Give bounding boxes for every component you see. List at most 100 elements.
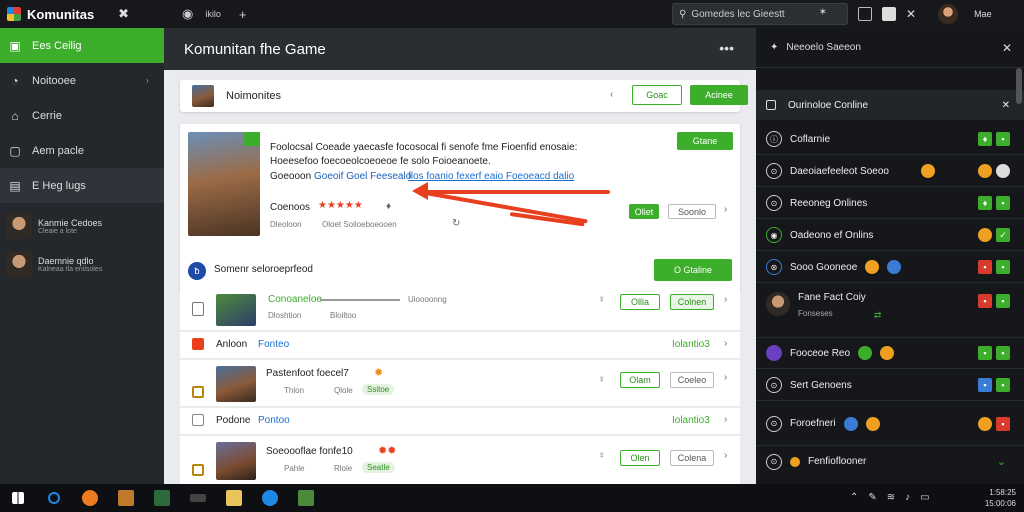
browser-icon[interactable] — [76, 484, 104, 512]
friend-row[interactable]: ⓘ Coflarnie ♦ ▪ — [756, 124, 1024, 155]
game-app-icon[interactable] — [112, 484, 140, 512]
settings-icon[interactable]: ✶ — [819, 7, 827, 18]
chevron-right-icon[interactable]: › — [724, 204, 727, 215]
friend-name: Sert Genoens — [790, 379, 852, 391]
list-item[interactable]: Soeoooflae fonfe10 ✹✹ Pahle Rlole Seatle… — [180, 436, 740, 484]
refresh-icon[interactable]: ↻ — [452, 218, 460, 229]
annotation-arrowhead — [412, 182, 428, 200]
folder-icon[interactable] — [220, 484, 248, 512]
user-label[interactable]: Mae — [974, 9, 992, 19]
close-small-icon[interactable]: ✕ — [1002, 100, 1010, 111]
close-icon[interactable]: ✕ — [1002, 41, 1012, 55]
status-icon: ⊙ — [766, 163, 782, 179]
friend-row[interactable]: ◉ Oadeono ef Onlins ✓ — [756, 220, 1024, 251]
olet-button[interactable]: Oliet — [629, 204, 659, 219]
tile-icon[interactable] — [858, 7, 872, 21]
list-gray-button[interactable]: Colnen — [670, 294, 714, 310]
list-item[interactable]: Pastenfoot foecel7 ✹ Thlon Qlole Ssitoe … — [180, 360, 740, 406]
friend-row[interactable]: ⊙ Foroefneri ▪ — [756, 402, 1024, 446]
clock[interactable]: 1:58:25 15:00:06 — [985, 487, 1016, 509]
back-icon[interactable]: ‹ — [610, 89, 613, 100]
sidebar-item-groups[interactable]: ▤ E Heg lugs — [0, 168, 164, 203]
list-header[interactable]: Podone Pontoo Iolantio3 › — [180, 408, 740, 434]
list-outline-button[interactable]: Ollia — [620, 294, 660, 310]
sidebar-item-home-feed[interactable]: ▣ Ees Ceilig — [0, 28, 164, 63]
scrollbar[interactable] — [1016, 68, 1022, 104]
chevron-right-icon[interactable]: › — [724, 372, 727, 383]
chevron-right-icon[interactable]: › — [724, 450, 727, 461]
post-button[interactable]: O Gtaline — [654, 259, 732, 281]
friend-row[interactable]: ⊛ Sooo Gooneoe ▪ ▪ — [756, 252, 1024, 283]
friend-row[interactable]: ⊙ Sert Genoens ▪ ▪ — [756, 370, 1024, 401]
search-icon[interactable] — [40, 484, 68, 512]
windows-start-icon[interactable] — [4, 484, 32, 512]
list-link[interactable]: Fonteo — [258, 339, 289, 350]
list-item[interactable]: Conoaneloe Uioooonng Dloshtion Bloiltoo … — [180, 290, 740, 330]
more-icon[interactable]: ••• — [719, 40, 734, 56]
edge-icon[interactable] — [256, 484, 284, 512]
game-icon: ▪ — [978, 346, 992, 360]
pen-icon[interactable]: ✎ — [868, 492, 876, 503]
search-box[interactable]: ⚲ Gomedes lec Gieestt ✶ — [672, 3, 848, 25]
chevron-up-icon[interactable]: ⌃ — [850, 492, 858, 503]
close-x-icon[interactable]: ✕ — [906, 7, 916, 21]
featured-link-underlined[interactable]: flos foanio fexerf eaio Foeoeacd dalio — [408, 171, 574, 182]
post-box[interactable]: ƀ Somenr seloroeprfeod O Gtaline — [188, 258, 732, 284]
friend-item[interactable]: Kanmie Cedoes Cleaie a lote — [0, 207, 164, 245]
join-button[interactable]: Acinee — [690, 85, 748, 105]
pin-icon[interactable]: ✖ — [118, 6, 129, 22]
list-title[interactable]: Pastenfoot foecel7 — [266, 368, 349, 379]
rating-label: Coenoos — [270, 202, 311, 213]
thumb-icon[interactable]: ♦ — [386, 201, 391, 212]
network-icon[interactable]: ≋ — [887, 492, 895, 503]
list-link[interactable]: Pontoo — [258, 415, 290, 426]
friend-row[interactable]: Fooceoe Reo ▪ ▪ — [756, 338, 1024, 369]
sidebar-item-games[interactable]: ⌂ Cerrie — [0, 98, 164, 133]
chevron-right-icon[interactable]: › — [724, 294, 727, 305]
friend-row[interactable]: ⊙ Reeoneg Onlines ♦ ▪ — [756, 188, 1024, 219]
chevron-down-icon[interactable]: ⌄ — [997, 455, 1006, 468]
plus-icon[interactable]: + — [239, 7, 247, 22]
list-outline-button[interactable]: Olen — [620, 450, 660, 466]
friend-row[interactable]: ⊙ Daeoiaefeeleot Soeoo — [756, 156, 1024, 187]
sidebar-item-gallery[interactable]: ▢ Aem pacle — [0, 133, 164, 168]
list-gray-button[interactable]: Colena — [670, 450, 714, 466]
list-title[interactable]: Soeoooflae fonfe10 — [266, 446, 353, 457]
chevron-right-icon[interactable]: › — [724, 414, 727, 425]
komunitas-taskbar-icon[interactable] — [292, 484, 320, 512]
friend-row-expanded[interactable]: Fane Fact Coiy Fonseses ⇄ ▪ ▪ — [756, 284, 1024, 338]
status-icon — [766, 345, 782, 361]
friend-row[interactable]: ⊙ Fenfioflooner ⌄ — [756, 446, 1024, 477]
menu-label[interactable]: ikilo — [205, 9, 221, 19]
info-icon[interactable]: ♀ — [598, 374, 606, 385]
info-icon[interactable]: ♀ — [598, 450, 606, 461]
info-icon[interactable]: ♀ — [598, 294, 606, 305]
sidebar: ▣ Ees Ceilig ◔ Noitooee › ⌂ Cerrie ▢ Aem… — [0, 28, 164, 484]
friend-item[interactable]: Daemnie qdlo Kalneaa tla enilsoles — [0, 245, 164, 283]
app-logo[interactable]: Komunitas ✖ — [0, 6, 164, 22]
app-name: Komunitas — [27, 6, 95, 22]
list-outline-button[interactable]: Olam — [620, 372, 660, 388]
photo-app-icon[interactable] — [148, 484, 176, 512]
goac-button[interactable]: Goac — [632, 85, 682, 105]
volume-icon[interactable]: ♪ — [905, 492, 910, 503]
featured-image[interactable] — [188, 132, 260, 236]
terminal-icon[interactable] — [184, 484, 212, 512]
system-tray: ⌃ ✎ ≋ ♪ ▭ — [850, 492, 930, 503]
featured-link[interactable]: Goeoif Goel Feesealo — [314, 171, 411, 182]
sidebar-item-notifications[interactable]: ◔ Noitooee › — [0, 63, 164, 98]
online-icon — [858, 346, 873, 360]
list-title[interactable]: Conoaneloe — [268, 294, 322, 305]
chevron-right-icon[interactable]: › — [724, 338, 727, 349]
user-avatar[interactable] — [938, 4, 959, 24]
soonlo-button[interactable]: Soonlo — [668, 204, 716, 219]
section-header[interactable]: Ourinoloe Conline ✕ — [756, 90, 1024, 120]
list-header[interactable]: Anloon Fonteo Iolantio3 › — [180, 332, 740, 358]
battery-icon[interactable]: ▭ — [920, 492, 929, 503]
list-gray-button[interactable]: Coeleo — [670, 372, 714, 388]
github-icon[interactable]: ◉ — [182, 6, 193, 22]
list-sub2: Qlole — [334, 386, 353, 395]
play-button[interactable]: Gtane — [677, 132, 733, 150]
video-icon[interactable] — [882, 7, 896, 21]
file-icon — [192, 302, 204, 316]
